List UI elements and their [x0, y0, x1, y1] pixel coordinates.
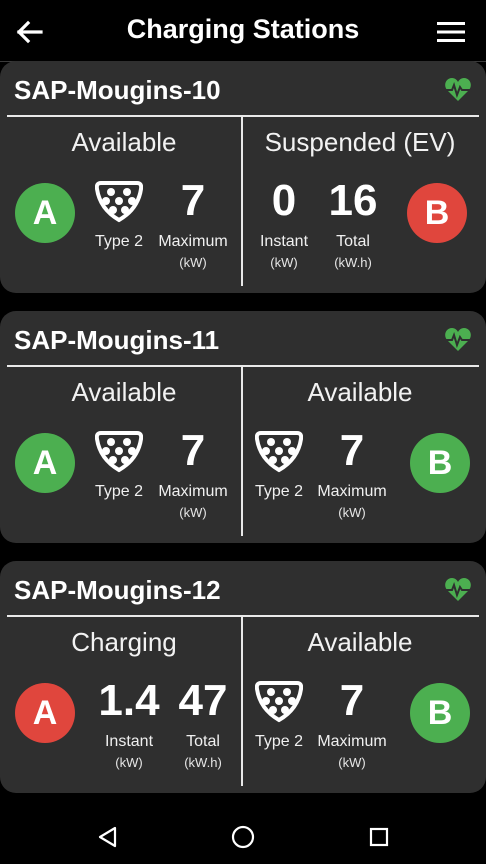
connector-b-status: Available: [307, 627, 413, 657]
type2-plug-icon: [95, 431, 143, 473]
max-power-label: Maximum: [158, 483, 228, 500]
total-energy-value: 47: [178, 676, 228, 725]
total-energy-unit: (kW.h): [334, 255, 372, 270]
system-nav-bar: [0, 808, 486, 864]
max-power-value: 7: [339, 426, 365, 475]
connector-b-badge[interactable]: B: [410, 683, 470, 743]
square-recents-icon: [369, 827, 389, 847]
max-power-label: Maximum: [317, 733, 387, 750]
plug-type-label: Type 2: [94, 483, 144, 500]
max-power-value: 7: [339, 676, 365, 725]
max-power-unit: (kW): [179, 255, 207, 270]
plug-type-label: Type 2: [254, 733, 304, 750]
nav-home-button[interactable]: [228, 822, 258, 852]
menu-button[interactable]: [432, 13, 470, 51]
card-divider: [7, 615, 479, 617]
station-card-mougins-11[interactable]: SAP-Mougins-11 Available A Type 2 7 Maxi…: [0, 311, 486, 543]
total-energy-label: Total: [186, 733, 220, 750]
station-card-mougins-12[interactable]: SAP-Mougins-12 Charging A 1.4 Instant (k…: [0, 561, 486, 793]
nav-back-button[interactable]: [92, 822, 122, 852]
station-name: SAP-Mougins-11: [14, 325, 220, 355]
connector-a-status: Available: [71, 377, 177, 407]
heartbeat-icon[interactable]: [444, 577, 472, 603]
max-power-unit: (kW): [338, 505, 366, 520]
max-power-value: 7: [180, 176, 206, 225]
connector-b-badge[interactable]: B: [410, 433, 470, 493]
max-power-label: Maximum: [317, 483, 387, 500]
triangle-back-icon: [98, 826, 117, 848]
instant-power-value: 0: [271, 176, 297, 225]
station-name: SAP-Mougins-12: [14, 575, 221, 605]
connector-a-status: Available: [71, 127, 177, 157]
plug-type-label: Type 2: [254, 483, 304, 500]
type2-plug-icon: [95, 181, 143, 223]
max-power-unit: (kW): [338, 755, 366, 770]
max-power-label: Maximum: [158, 233, 228, 250]
heartbeat-icon[interactable]: [444, 77, 472, 103]
instant-power-value: 1.4: [98, 676, 160, 725]
total-energy-value: 16: [328, 176, 378, 225]
connector-b-status: Suspended (EV): [264, 127, 456, 157]
max-power-unit: (kW): [179, 505, 207, 520]
station-name: SAP-Mougins-10: [14, 75, 221, 105]
instant-power-unit: (kW): [115, 755, 143, 770]
card-divider: [7, 365, 479, 367]
type2-plug-icon: [255, 431, 303, 473]
hamburger-menu-icon: [437, 22, 465, 42]
connector-a-badge[interactable]: A: [15, 683, 75, 743]
connector-a-badge[interactable]: A: [15, 183, 75, 243]
total-energy-unit: (kW.h): [184, 755, 222, 770]
instant-power-label: Instant: [104, 733, 154, 750]
app-bar: Charging Stations: [0, 0, 486, 62]
circle-home-icon: [231, 825, 255, 849]
card-divider: [7, 115, 479, 117]
station-card-mougins-10[interactable]: SAP-Mougins-10 Available A Type 2 7 Maxi…: [0, 61, 486, 293]
total-energy-label: Total: [336, 233, 370, 250]
connector-a-badge[interactable]: A: [15, 433, 75, 493]
type2-plug-icon: [255, 681, 303, 723]
nav-recents-button[interactable]: [364, 822, 394, 852]
page-title: Charging Stations: [126, 14, 360, 44]
plug-type-label: Type 2: [94, 233, 144, 250]
connector-a-status: Charging: [71, 627, 177, 657]
connector-b-status: Available: [307, 377, 413, 407]
heartbeat-icon[interactable]: [444, 327, 472, 353]
connector-b-badge[interactable]: B: [407, 183, 467, 243]
max-power-value: 7: [180, 426, 206, 475]
